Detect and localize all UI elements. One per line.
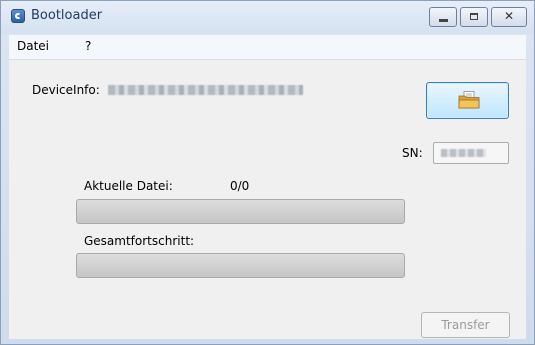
menu-item-datei[interactable]: Datei [17,39,49,53]
folder-open-icon [458,91,480,109]
maximize-button[interactable] [460,7,488,27]
current-file-progress-bar [76,199,405,224]
device-info-label: DeviceInfo: [32,83,100,97]
minimize-button[interactable] [429,7,457,27]
close-button[interactable]: ✕ [491,7,527,27]
serial-number-label: SN: [402,146,423,160]
close-icon: ✕ [503,9,515,23]
app-icon [11,9,25,23]
bootloader-window: Bootloader ✕ Datei ? DeviceInfo: SN: Akt… [0,0,535,345]
window-title: Bootloader [31,8,103,23]
serial-number-value-redacted [441,149,486,157]
menu-item-help[interactable]: ? [85,39,91,53]
title-bar[interactable]: Bootloader ✕ [1,1,534,34]
main-panel: DeviceInfo: SN: Aktuelle Datei: 0/0 Gesa… [9,59,526,339]
device-info-value-redacted [108,85,303,95]
overall-progress-label: Gesamtfortschritt: [84,234,195,248]
open-file-button[interactable] [426,82,509,119]
menu-bar: Datei ? [9,35,526,59]
transfer-button[interactable]: Transfer [421,312,510,338]
overall-progress-bar [76,253,405,278]
current-file-count: 0/0 [230,179,250,193]
current-file-label: Aktuelle Datei: [84,179,173,193]
serial-number-field[interactable] [433,142,509,164]
